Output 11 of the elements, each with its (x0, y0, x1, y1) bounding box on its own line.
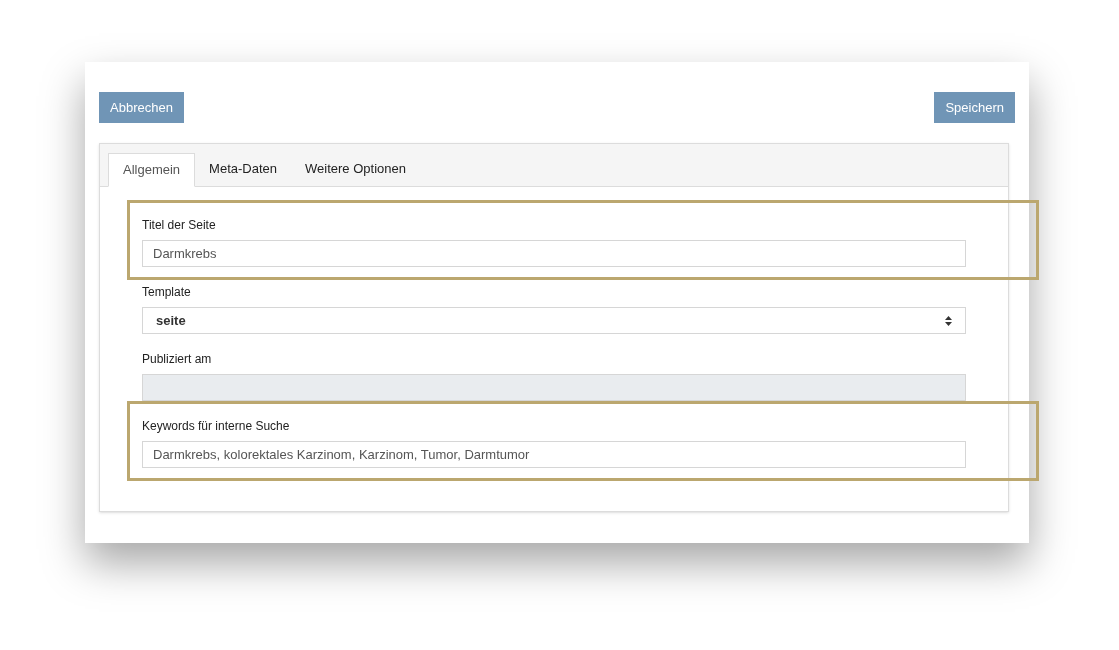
tab[interactable]: Allgemein (108, 153, 196, 187)
input-field[interactable]: Darmkrebs (142, 240, 966, 267)
field-label: Titel der Seite (142, 217, 217, 233)
template-select[interactable]: seite (142, 307, 966, 334)
tab[interactable]: Meta-Daten (195, 152, 291, 186)
input-field[interactable]: Darmkrebs, kolorektales Karzinom, Karzinom, Tumor, Darmtumor (142, 441, 966, 468)
field-label: Template (142, 284, 192, 300)
field-label: Publiziert am (142, 351, 213, 367)
sort-arrows-icon (945, 315, 952, 326)
field-label: Keywords für interne Suche (142, 418, 291, 434)
tab[interactable]: Weitere Optionen (291, 152, 420, 186)
